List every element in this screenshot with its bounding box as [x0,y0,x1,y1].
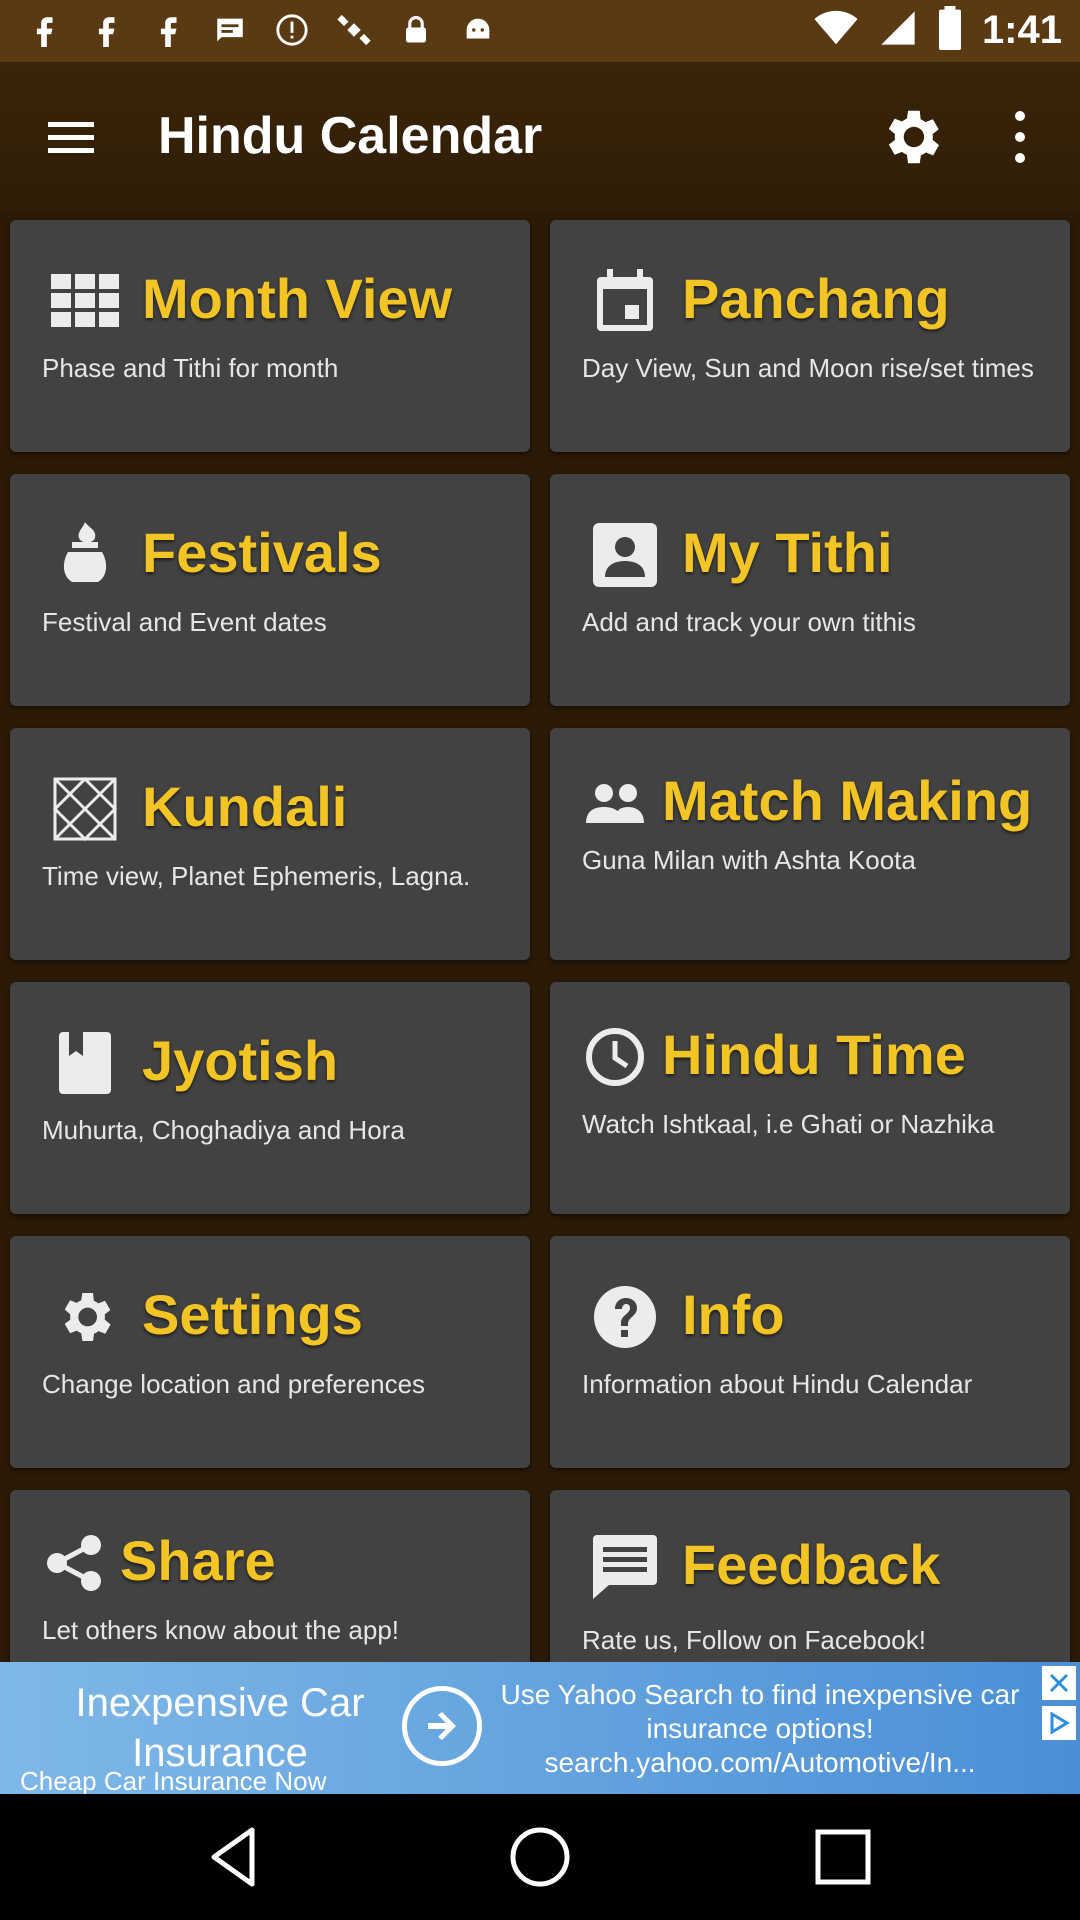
app-bar: Hindu Calendar [0,62,1080,212]
card-description: Rate us, Follow on Facebook! [582,1625,926,1655]
card-title: Jyotish [142,1029,339,1092]
card-description: Time view, Planet Ephemeris, Lagna. [42,861,471,891]
ad-subline: Cheap Car Insurance Now [20,1766,327,1794]
system-nav-bar [0,1794,1080,1920]
card-hindu-time[interactable]: Hindu Time Watch Ishtkaal, i.e Ghati or … [550,982,1070,1214]
battery-icon [938,6,962,55]
card-description: Day View, Sun and Moon rise/set times [582,353,1034,383]
card-title: Share [120,1529,276,1592]
card-share[interactable]: Share Let others know about the app! [10,1490,530,1662]
person-icon [590,520,660,590]
alert-icon [272,10,312,50]
grid-icon [50,266,120,336]
recents-icon[interactable] [808,1822,878,1892]
people-icon [580,768,650,838]
wifi-icon [814,10,858,51]
back-icon[interactable] [200,1822,270,1892]
menu-grid: Month View Phase and Tithi for month Pan… [0,212,1080,1662]
card-description: Guna Milan with Ashta Koota [582,845,916,875]
message-icon [210,10,250,50]
card-title: Hindu Time [662,1023,966,1086]
status-bar: 1:41 [0,0,1080,62]
card-title: Settings [142,1283,363,1346]
kundali-chart-icon [50,774,120,844]
ad-headline: Inexpensive Car Insurance [75,1681,365,1775]
card-month-view[interactable]: Month View Phase and Tithi for month [10,220,530,452]
satellite-icon [334,10,374,50]
card-kundali[interactable]: Kundali Time view, Planet Ephemeris, Lag… [10,728,530,960]
card-title: My Tithi [682,521,893,584]
card-description: Information about Hindu Calendar [582,1369,973,1399]
kalash-icon [50,520,120,590]
home-icon[interactable] [505,1822,575,1892]
close-icon[interactable] [1042,1666,1076,1700]
card-festivals[interactable]: Festivals Festival and Event dates [10,474,530,706]
card-description: Add and track your own tithis [582,607,916,637]
card-title: Panchang [682,267,950,330]
card-panchang[interactable]: Panchang Day View, Sun and Moon rise/set… [550,220,1070,452]
card-description: Watch Ishtkaal, i.e Ghati or Nazhika [582,1109,995,1139]
card-title: Info [682,1283,785,1346]
card-description: Change location and preferences [42,1369,426,1399]
clock-icon [580,1022,650,1092]
card-description: Let others know about the app! [42,1615,400,1645]
card-my-tithi[interactable]: My Tithi Add and track your own tithis [550,474,1070,706]
ad-body: Use Yahoo Search to find inexpensive car… [500,1679,1020,1778]
more-options-icon[interactable] [1000,102,1040,172]
card-match-making[interactable]: Match Making Guna Milan with Ashta Koota [550,728,1070,960]
help-icon [590,1282,660,1352]
book-icon [50,1028,120,1098]
facebook-icon [86,10,126,50]
gear-icon [50,1282,120,1352]
facebook-icon [24,10,64,50]
card-description: Festival and Event dates [42,607,327,637]
card-jyotish[interactable]: Jyotish Muhurta, Choghadiya and Hora [10,982,530,1214]
android-icon [458,10,498,50]
card-settings[interactable]: Settings Change location and preferences [10,1236,530,1468]
card-title: Month View [142,267,453,330]
card-title: Feedback [682,1533,941,1596]
lock-icon [396,10,436,50]
card-info[interactable]: Info Information about Hindu Calendar [550,1236,1070,1468]
settings-gear-icon[interactable] [876,102,946,172]
hamburger-menu-icon[interactable] [42,114,102,162]
card-title: Festivals [142,521,382,584]
card-title: Match Making [662,769,1033,832]
signal-icon [878,8,918,53]
card-description: Muhurta, Choghadiya and Hora [42,1115,405,1145]
feedback-icon [590,1532,660,1602]
clock-time: 1:41 [981,8,1062,52]
adchoices-icon[interactable] [1042,1706,1076,1740]
card-description: Phase and Tithi for month [42,353,339,383]
facebook-icon [148,10,188,50]
card-feedback[interactable]: Feedback Rate us, Follow on Facebook! [550,1490,1070,1662]
share-icon [40,1528,110,1598]
arrow-right-icon[interactable] [402,1686,482,1766]
ad-banner[interactable]: Inexpensive Car Insurance Cheap Car Insu… [0,1662,1080,1794]
app-title: Hindu Calendar [158,107,543,165]
calendar-icon [590,266,660,336]
card-title: Kundali [142,775,348,838]
